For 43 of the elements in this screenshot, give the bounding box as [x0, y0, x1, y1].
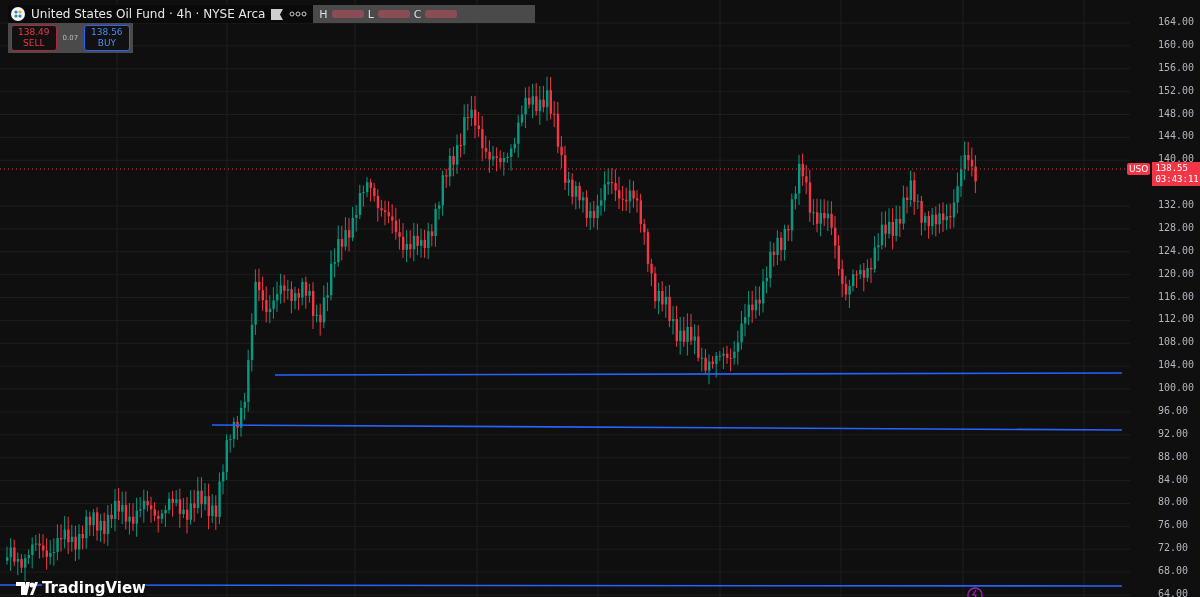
price-tick-label: 152.00	[1158, 84, 1195, 96]
price-tick-label: 96.00	[1158, 404, 1189, 416]
price-tick-label: 76.00	[1158, 519, 1189, 531]
price-tick-label: 116.00	[1158, 290, 1195, 302]
last-price: 138.55	[1155, 163, 1189, 174]
price-tick-label: 148.00	[1158, 107, 1195, 119]
ohlc-label: L	[367, 7, 374, 21]
price-tick-label: 80.00	[1158, 496, 1189, 508]
price-tick-label: 92.00	[1158, 427, 1189, 439]
sell-button[interactable]: 138.49 SELL	[11, 25, 57, 51]
price-tick-label: 100.00	[1158, 382, 1195, 394]
flag-icon[interactable]	[271, 8, 284, 20]
price-tick-label: 144.00	[1158, 130, 1195, 142]
price-tick-label: 68.00	[1158, 565, 1189, 577]
price-tick-label: 124.00	[1158, 244, 1195, 256]
redacted-value	[425, 10, 458, 18]
more-icon[interactable]	[289, 11, 308, 17]
price-tick-label: 108.00	[1158, 336, 1195, 348]
price-tick-label: 156.00	[1158, 61, 1195, 73]
price-tick-label: 160.00	[1158, 38, 1195, 50]
price-tick-label: 84.00	[1158, 473, 1189, 485]
redacted-value	[331, 10, 364, 18]
price-tick-label: 164.00	[1158, 16, 1195, 27]
price-tick-label: 140.00	[1158, 153, 1195, 165]
chart-title: United States Oil Fund · 4h · NYSE Arca	[31, 7, 266, 21]
symbol-label: USO	[1127, 163, 1151, 175]
lightning-icon[interactable]	[967, 587, 983, 597]
logo-text: TradingView	[42, 580, 146, 597]
price-tick-label: 120.00	[1158, 267, 1195, 279]
ohlc-label: C	[413, 7, 422, 21]
price-tick-label: 88.00	[1158, 450, 1189, 462]
buy-button[interactable]: 138.56 BUY	[84, 25, 130, 51]
logo-icon	[16, 582, 38, 595]
price-tick-label: 112.00	[1158, 313, 1195, 325]
redacted-value	[377, 10, 410, 18]
bar-countdown: 03:43:11	[1155, 174, 1199, 185]
price-tick-label: 128.00	[1158, 221, 1195, 233]
price-tick-label: 132.00	[1158, 199, 1195, 211]
symbol-logo-icon	[11, 7, 25, 21]
ohlc-label: H	[319, 7, 328, 21]
price-tick-label: 104.00	[1158, 359, 1195, 371]
price-tick-label: 72.00	[1158, 542, 1189, 554]
price-tick-label: 64.00	[1158, 588, 1189, 597]
